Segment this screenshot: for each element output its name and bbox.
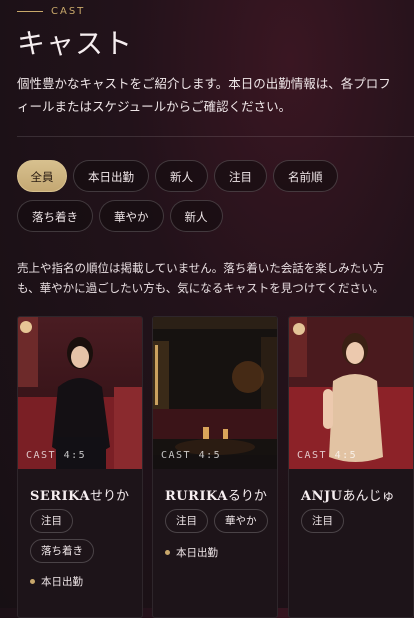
filter-chip-today[interactable]: 本日出勤 [73,160,149,192]
eyebrow-label: CAST [51,6,86,17]
page-title: キャスト [17,27,134,60]
filter-chip-new-2[interactable]: 新人 [169,200,223,232]
cast-card-anju[interactable]: CAST 4:5 ANJUあんじゅ 注目 [288,316,414,618]
filter-chip-name-order[interactable]: 名前順 [273,160,338,192]
cast-status-label: 本日出勤 [176,547,218,559]
cast-label: CAST 4:5 [161,450,222,461]
cast-tag: 注目 [30,509,73,533]
cast-tag: 華やか [214,509,268,533]
cast-card-rurika[interactable]: CAST 4:5 RURIKAるりか 注目 華やか 本日出勤 [152,316,278,618]
status-dot-icon [165,550,170,555]
cast-tags: 注目 [301,509,411,533]
section-eyebrow: CAST [17,6,85,17]
cast-tag: 注目 [165,509,208,533]
cast-photo: CAST 4:5 [153,317,277,469]
divider [17,136,414,137]
cast-name-jp: あんじゅ [342,489,395,504]
ranking-note: 売上や指名の順位は掲載していません。落ち着いた会話を楽しみたい方も、華やかに過ご… [17,261,385,295]
cast-name-jp: るりか [227,489,267,504]
page-lead: 個性豊かなキャストをご紹介します。本日の出勤情報は、各プロフィールまたはスケジュ… [17,76,391,114]
cast-name-en: ANJU [301,489,343,504]
cast-tags: 注目 落ち着き [30,509,140,563]
cast-label: CAST 4:5 [297,450,358,461]
cast-label: CAST 4:5 [26,450,87,461]
filter-chip-calm[interactable]: 落ち着き [17,200,93,232]
cast-photo-illustration [153,317,277,469]
cast-name-en: RURIKA [165,489,228,504]
cast-photo: CAST 4:5 [18,317,142,469]
cast-photo-illustration [289,317,413,469]
cast-status: 本日出勤 [165,545,218,560]
cast-tag: 落ち着き [30,539,94,563]
cast-name: RURIKAるりか [165,485,267,504]
cast-name: SERIKAせりか [30,485,129,504]
cast-card-serika[interactable]: CAST 4:5 SERIKAせりか 注目 落ち着き 本日出勤 [17,316,143,618]
filter-chip-featured[interactable]: 注目 [214,160,267,192]
cast-tags: 注目 華やか [165,509,275,533]
cast-tag: 注目 [301,509,344,533]
cast-photo: CAST 4:5 [289,317,413,469]
filter-chips: 全員 本日出勤 新人 注目 名前順 落ち着き 華やか 新人 [17,160,412,232]
status-dot-icon [30,579,35,584]
cast-status-label: 本日出勤 [41,576,83,588]
filter-chip-all[interactable]: 全員 [17,160,67,192]
cast-name-en: SERIKA [30,489,91,504]
cast-name-jp: せりか [90,489,130,504]
filter-chip-new[interactable]: 新人 [155,160,208,192]
eyebrow-line [17,11,43,12]
cast-photo-illustration [18,317,142,469]
cast-status: 本日出勤 [30,574,83,589]
filter-chip-glamorous[interactable]: 華やか [99,200,164,232]
cast-name: ANJUあんじゅ [301,485,394,504]
